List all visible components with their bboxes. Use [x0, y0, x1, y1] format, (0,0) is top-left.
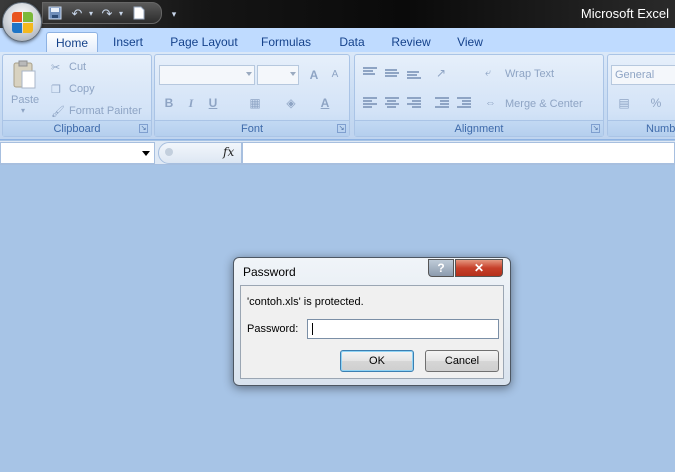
borders-icon[interactable]: ▦	[245, 93, 265, 113]
name-box[interactable]	[0, 142, 155, 164]
cut-icon: ✂	[51, 62, 61, 74]
shrink-font-button[interactable]: A	[325, 65, 345, 85]
tab-home[interactable]: Home	[46, 32, 98, 52]
insert-function-button[interactable]: fx	[223, 145, 234, 159]
paste-dropdown-icon[interactable]: ▾	[21, 106, 25, 115]
tab-data[interactable]: Data	[334, 32, 370, 52]
orientation-icon[interactable]: ↗	[431, 63, 451, 83]
number-group: General ▤ % Numbe	[607, 54, 675, 137]
grow-font-button[interactable]: A	[304, 65, 324, 85]
bottom-align-icon[interactable]	[407, 71, 421, 83]
font-group-label: Font	[155, 120, 349, 136]
wrap-text-icon: ⤶	[485, 67, 492, 79]
password-dialog: Password ? ✕ 'contoh.xls' is protected. …	[233, 257, 511, 386]
customize-qat-icon[interactable]: ▾	[166, 6, 182, 22]
formula-tools: fx	[158, 142, 242, 164]
align-left-icon[interactable]	[363, 97, 377, 109]
tab-formulas[interactable]: Formulas	[257, 32, 315, 52]
ok-button[interactable]: OK	[340, 350, 414, 372]
increase-indent-icon[interactable]	[457, 97, 471, 109]
clipboard-group-label: Clipboard	[3, 120, 151, 136]
top-align-icon[interactable]	[363, 67, 377, 79]
fill-color-icon[interactable]: ◈	[281, 93, 301, 113]
number-format-value: General	[615, 69, 655, 81]
close-button[interactable]: ✕	[455, 259, 503, 277]
splitter-handle[interactable]	[165, 148, 173, 156]
quick-access-toolbar: ↶ ▾ ↷ ▾	[42, 2, 162, 24]
chevron-down-icon[interactable]	[142, 151, 150, 156]
formula-input[interactable]	[242, 142, 675, 164]
tab-insert[interactable]: Insert	[106, 32, 150, 52]
chevron-down-icon	[290, 72, 296, 76]
window-title: Microsoft Excel	[580, 6, 669, 21]
font-name-combo[interactable]	[159, 65, 255, 85]
text-caret	[312, 323, 313, 335]
cut-button[interactable]: Cut	[69, 61, 86, 73]
align-center-icon[interactable]	[385, 97, 399, 109]
ribbon: Paste ▾ ✂ Cut ❐ Copy 🖌 Format Painter Cl…	[0, 52, 675, 140]
format-painter-button[interactable]: Format Painter	[69, 105, 142, 117]
font-launcher-icon[interactable]: ↘	[337, 124, 346, 133]
tab-page-layout[interactable]: Page Layout	[168, 32, 240, 52]
format-painter-icon: 🖌	[51, 106, 65, 118]
align-right-icon[interactable]	[407, 97, 421, 109]
password-label: Password:	[247, 323, 299, 335]
title-bar: ↶ ▾ ↷ ▾ ▾ Microsoft Excel	[0, 0, 675, 28]
paste-icon[interactable]	[11, 59, 37, 91]
dialog-body: 'contoh.xls' is protected. Password: OK …	[240, 285, 504, 379]
cancel-button[interactable]: Cancel	[425, 350, 499, 372]
redo-dropdown-icon[interactable]: ▾	[113, 6, 129, 22]
middle-align-icon[interactable]	[385, 69, 399, 81]
tab-view[interactable]: View	[452, 32, 488, 52]
help-button[interactable]: ?	[428, 259, 454, 277]
clipboard-launcher-icon[interactable]: ↘	[139, 124, 148, 133]
percent-style-button[interactable]: %	[646, 93, 666, 113]
copy-icon: ❐	[51, 84, 61, 96]
merge-center-icon: ⇔	[485, 97, 496, 109]
number-group-label: Numbe	[608, 120, 675, 136]
copy-button[interactable]: Copy	[69, 83, 95, 95]
password-field[interactable]	[307, 319, 499, 339]
dialog-title: Password	[243, 265, 296, 279]
protected-message: 'contoh.xls' is protected.	[247, 296, 364, 308]
formula-bar: fx	[0, 141, 675, 165]
alignment-group: ↗ ⤶ Wrap Text ⇔ Merge & Center Alignment…	[354, 54, 604, 137]
font-size-combo[interactable]	[257, 65, 299, 85]
alignment-launcher-icon[interactable]: ↘	[591, 124, 600, 133]
accounting-format-icon[interactable]: ▤	[614, 93, 634, 113]
save-icon[interactable]	[47, 6, 63, 22]
italic-button[interactable]: I	[181, 93, 201, 113]
font-color-icon[interactable]: A	[315, 93, 335, 113]
clipboard-group: Paste ▾ ✂ Cut ❐ Copy 🖌 Format Painter Cl…	[2, 54, 152, 137]
number-format-combo[interactable]: General	[611, 65, 675, 85]
underline-button[interactable]: U	[203, 93, 223, 113]
font-group: A A B I U ▦ ◈ A Font ↘	[154, 54, 350, 137]
wrap-text-button[interactable]: Wrap Text	[505, 68, 554, 80]
alignment-group-label: Alignment	[355, 120, 603, 136]
merge-center-button[interactable]: Merge & Center	[505, 98, 583, 110]
paste-button[interactable]: Paste	[11, 94, 39, 106]
decrease-indent-icon[interactable]	[435, 97, 449, 109]
office-button[interactable]	[2, 2, 42, 42]
undo-dropdown-icon[interactable]: ▾	[83, 6, 99, 22]
office-logo-icon	[12, 12, 34, 34]
bold-button[interactable]: B	[159, 93, 179, 113]
chevron-down-icon	[246, 72, 252, 76]
ribbon-tabs: Home Insert Page Layout Formulas Data Re…	[0, 28, 675, 52]
new-document-icon[interactable]	[131, 6, 147, 22]
tab-review[interactable]: Review	[387, 32, 435, 52]
